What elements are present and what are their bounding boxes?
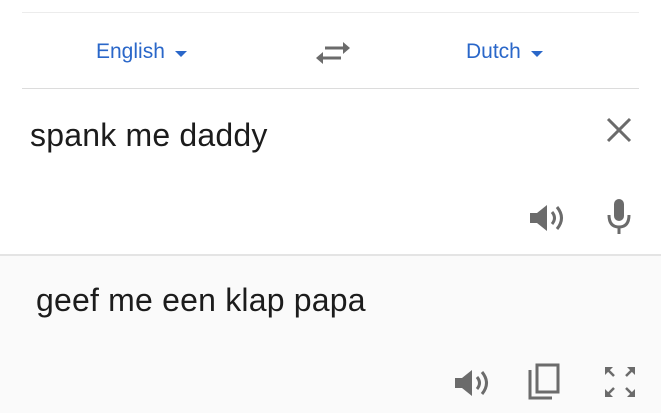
listen-source-button[interactable] [527, 201, 569, 235]
language-bar: English Dutch [0, 14, 661, 88]
speaker-icon [455, 370, 488, 396]
clear-input-button[interactable] [602, 113, 636, 147]
caret-down-icon [530, 50, 543, 57]
caret-down-icon [174, 50, 187, 57]
fullscreen-button[interactable] [602, 364, 638, 400]
swap-arrows-icon [316, 42, 350, 64]
translate-screen: English Dutch spank me daddy geef me een… [0, 0, 661, 413]
translated-text: geef me een klap papa [36, 282, 366, 318]
copy-translation-button[interactable] [526, 362, 562, 402]
speaker-icon [530, 205, 563, 231]
copy-icon [528, 363, 560, 400]
voice-input-button[interactable] [604, 197, 634, 237]
close-icon [606, 117, 632, 143]
top-divider [22, 12, 639, 13]
source-language-label: English [96, 40, 165, 63]
fullscreen-icon [605, 367, 635, 397]
target-language-label: Dutch [466, 40, 521, 63]
microphone-icon [607, 199, 631, 234]
target-language-selector[interactable]: Dutch [466, 40, 543, 64]
listen-translation-button[interactable] [452, 366, 494, 400]
source-text-input[interactable]: spank me daddy [30, 117, 268, 154]
source-language-selector[interactable]: English [96, 40, 187, 64]
source-input-panel: spank me daddy [0, 89, 661, 254]
translation-output-panel: geef me een klap papa [0, 256, 661, 413]
swap-languages-button[interactable] [313, 36, 353, 70]
